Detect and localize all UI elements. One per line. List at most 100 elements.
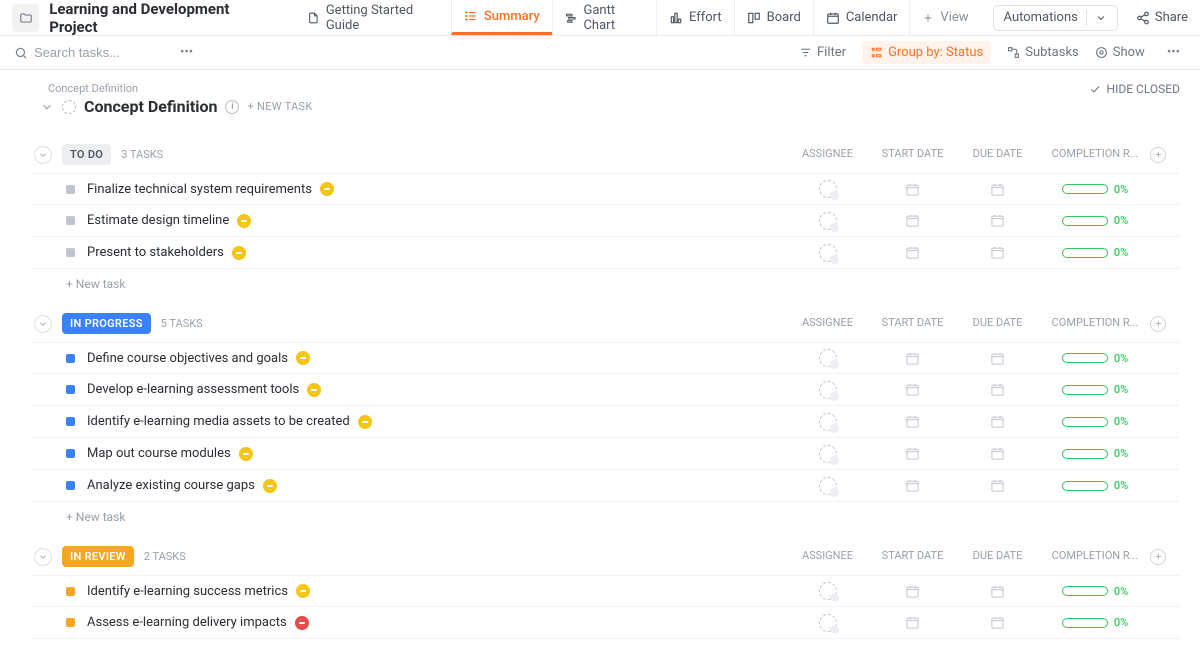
col-assignee[interactable]: ASSIGNEE: [785, 549, 870, 565]
col-start-date[interactable]: START DATE: [870, 147, 955, 163]
search-input[interactable]: [34, 45, 164, 60]
col-completion[interactable]: COMPLETION R...: [1040, 147, 1150, 163]
completion-cell[interactable]: 0%: [1040, 183, 1150, 196]
completion-cell[interactable]: 0%: [1040, 616, 1150, 629]
start-date-cell[interactable]: [870, 478, 955, 493]
assignee-cell[interactable]: [785, 413, 870, 431]
col-due-date[interactable]: DUE DATE: [955, 147, 1040, 163]
add-column-button[interactable]: [1150, 549, 1180, 565]
tab-gantt[interactable]: Gantt Chart: [552, 0, 656, 35]
task-name[interactable]: Develop e-learning assessment tools: [87, 382, 299, 397]
col-due-date[interactable]: DUE DATE: [955, 316, 1040, 332]
task-status-icon[interactable]: [66, 449, 75, 458]
task-status-icon[interactable]: [66, 216, 75, 225]
due-date-cell[interactable]: [955, 351, 1040, 366]
completion-cell[interactable]: 0%: [1040, 415, 1150, 428]
completion-cell[interactable]: 0%: [1040, 447, 1150, 460]
priority-icon[interactable]: [239, 447, 253, 461]
task-row[interactable]: Identify e-learning success metrics 0%: [30, 575, 1180, 607]
automations-button[interactable]: Automations: [993, 5, 1118, 31]
add-column-button[interactable]: [1150, 147, 1180, 163]
start-date-cell[interactable]: [870, 213, 955, 228]
assignee-cell[interactable]: [785, 582, 870, 600]
more-options-icon[interactable]: •••: [174, 45, 199, 60]
collapse-group-icon[interactable]: [34, 548, 52, 566]
completion-cell[interactable]: 0%: [1040, 479, 1150, 492]
start-date-cell[interactable]: [870, 245, 955, 260]
filter-button[interactable]: Filter: [799, 45, 846, 60]
assignee-cell[interactable]: [785, 212, 870, 230]
task-status-icon[interactable]: [66, 417, 75, 426]
start-date-cell[interactable]: [870, 414, 955, 429]
folder-icon[interactable]: [12, 4, 39, 32]
section-title[interactable]: Concept Definition: [84, 97, 217, 116]
hide-closed-toggle[interactable]: HIDE CLOSED: [1089, 82, 1180, 96]
status-pill[interactable]: IN REVIEW: [62, 546, 134, 567]
task-row[interactable]: Present to stakeholders 0%: [30, 237, 1180, 269]
tab-getting-started[interactable]: Getting Started Guide: [295, 0, 451, 35]
task-status-icon[interactable]: [66, 587, 75, 596]
col-assignee[interactable]: ASSIGNEE: [785, 147, 870, 163]
collapse-section-icon[interactable]: [40, 100, 54, 114]
start-date-cell[interactable]: [870, 182, 955, 197]
new-task-row[interactable]: + New task: [30, 269, 1180, 291]
col-due-date[interactable]: DUE DATE: [955, 549, 1040, 565]
start-date-cell[interactable]: [870, 446, 955, 461]
task-row[interactable]: Map out course modules 0%: [30, 438, 1180, 470]
task-row[interactable]: Assess e-learning delivery impacts 0%: [30, 607, 1180, 639]
add-view-button[interactable]: View: [909, 0, 980, 35]
due-date-cell[interactable]: [955, 382, 1040, 397]
assignee-cell[interactable]: [785, 445, 870, 463]
completion-cell[interactable]: 0%: [1040, 246, 1150, 259]
task-row[interactable]: Identify e-learning media assets to be c…: [30, 406, 1180, 438]
status-pill[interactable]: IN PROGRESS: [62, 313, 151, 334]
task-status-icon[interactable]: [66, 185, 75, 194]
col-assignee[interactable]: ASSIGNEE: [785, 316, 870, 332]
priority-icon[interactable]: [237, 214, 251, 228]
task-row[interactable]: Develop e-learning assessment tools 0%: [30, 374, 1180, 406]
assignee-cell[interactable]: [785, 244, 870, 262]
task-name[interactable]: Identify e-learning success metrics: [87, 584, 288, 599]
task-status-icon[interactable]: [66, 385, 75, 394]
task-status-icon[interactable]: [66, 481, 75, 490]
assignee-cell[interactable]: [785, 381, 870, 399]
task-name[interactable]: Assess e-learning delivery impacts: [87, 615, 287, 630]
task-row[interactable]: Finalize technical system requirements 0…: [30, 173, 1180, 205]
task-status-icon[interactable]: [66, 618, 75, 627]
task-row[interactable]: Estimate design timeline 0%: [30, 205, 1180, 237]
assignee-cell[interactable]: [785, 614, 870, 632]
collapse-group-icon[interactable]: [34, 146, 52, 164]
priority-icon[interactable]: [296, 351, 310, 365]
priority-icon[interactable]: [307, 383, 321, 397]
toolbar-more-icon[interactable]: •••: [1161, 45, 1186, 60]
task-name[interactable]: Estimate design timeline: [87, 213, 229, 228]
assignee-cell[interactable]: [785, 477, 870, 495]
tab-calendar[interactable]: Calendar: [813, 0, 910, 35]
start-date-cell[interactable]: [870, 351, 955, 366]
priority-icon[interactable]: [263, 479, 277, 493]
completion-cell[interactable]: 0%: [1040, 383, 1150, 396]
task-name[interactable]: Finalize technical system requirements: [87, 182, 312, 197]
completion-cell[interactable]: 0%: [1040, 214, 1150, 227]
due-date-cell[interactable]: [955, 414, 1040, 429]
status-circle-icon[interactable]: [62, 100, 76, 114]
task-name[interactable]: Analyze existing course gaps: [87, 478, 255, 493]
col-completion[interactable]: COMPLETION R...: [1040, 549, 1150, 565]
tab-summary[interactable]: Summary: [451, 0, 552, 35]
status-pill[interactable]: TO DO: [62, 144, 111, 165]
due-date-cell[interactable]: [955, 478, 1040, 493]
due-date-cell[interactable]: [955, 584, 1040, 599]
priority-icon[interactable]: [295, 616, 309, 630]
task-row[interactable]: Analyze existing course gaps 0%: [30, 470, 1180, 502]
tab-board[interactable]: Board: [734, 0, 813, 35]
due-date-cell[interactable]: [955, 245, 1040, 260]
subtasks-button[interactable]: Subtasks: [1007, 45, 1079, 60]
group-by-button[interactable]: Group by: Status: [862, 41, 991, 64]
col-completion[interactable]: COMPLETION R...: [1040, 316, 1150, 332]
start-date-cell[interactable]: [870, 615, 955, 630]
due-date-cell[interactable]: [955, 182, 1040, 197]
priority-icon[interactable]: [320, 182, 334, 196]
share-button[interactable]: Share: [1136, 10, 1188, 25]
task-name[interactable]: Map out course modules: [87, 446, 231, 461]
new-task-button[interactable]: + NEW TASK: [247, 100, 312, 113]
